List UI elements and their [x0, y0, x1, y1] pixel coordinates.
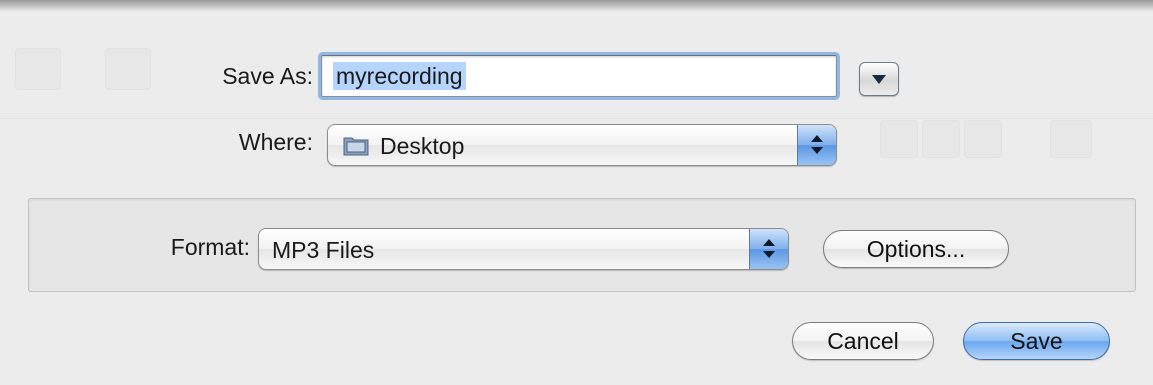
save-as-label: Save As: — [222, 63, 313, 89]
popup-arrows-icon — [797, 125, 836, 165]
filename-input[interactable]: myrecording — [321, 55, 837, 97]
options-button[interactable]: Options... — [823, 230, 1009, 268]
where-popup[interactable]: Desktop — [327, 124, 837, 166]
cancel-button[interactable]: Cancel — [792, 322, 934, 360]
format-value: MP3 Files — [272, 237, 375, 263]
popup-arrows-icon — [749, 229, 788, 269]
where-value: Desktop — [380, 133, 465, 159]
expand-dialog-button[interactable] — [859, 62, 899, 96]
sheet-top-shadow — [0, 0, 1153, 12]
format-popup[interactable]: MP3 Files — [258, 228, 789, 270]
filename-value: myrecording — [333, 62, 466, 90]
format-label: Format: — [170, 234, 250, 260]
save-button[interactable]: Save — [963, 322, 1110, 360]
where-label: Where: — [238, 129, 313, 155]
folder-icon — [343, 137, 369, 156]
